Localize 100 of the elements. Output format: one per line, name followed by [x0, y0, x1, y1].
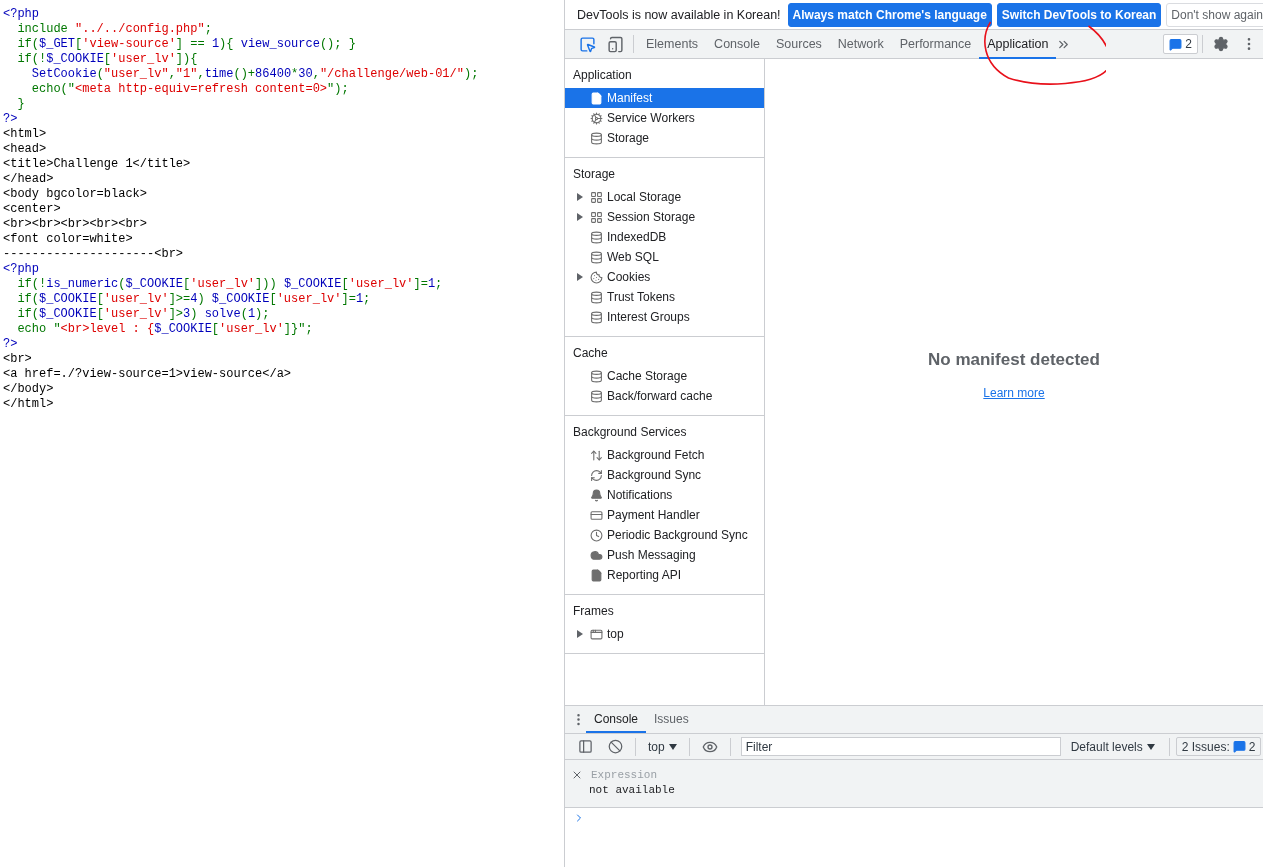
issues-badge[interactable]: 2	[1163, 34, 1198, 54]
sidebar-section-title: Application	[572, 67, 633, 84]
sidebar-item[interactable]: Reporting API	[565, 565, 764, 585]
sidebar-item-label: Local Storage	[607, 190, 682, 204]
infobar-button[interactable]: Always match Chrome's language	[787, 2, 992, 27]
sidebar-item[interactable]: Manifest	[565, 88, 764, 108]
issues-button[interactable]: 2 Issues: 2	[1175, 737, 1262, 756]
cloud-icon	[590, 548, 603, 562]
sidebar-item[interactable]: top	[565, 624, 764, 644]
code-line: <?php	[3, 7, 40, 22]
sidebar-item[interactable]: Service Workers	[565, 108, 764, 128]
code-line: <font color=white>	[3, 232, 134, 247]
card-icon	[590, 508, 603, 522]
sidebar-item-label: IndexedDB	[607, 230, 667, 244]
sidebar-item[interactable]: Interest Groups	[565, 307, 764, 327]
code-line: ---------------------<br>	[3, 247, 185, 262]
sidebar-section-title: Storage	[572, 166, 617, 183]
issues-count: 2	[1248, 739, 1256, 754]
clear-console-icon[interactable]	[607, 739, 623, 754]
code-line: <head>	[3, 142, 48, 157]
sidebar-item-label: Trust Tokens	[607, 290, 676, 304]
code-line: if($_COOKIE['user_lv']>=4) $_COOKIE['user_lv']=1;	[16, 292, 372, 307]
database-icon	[590, 310, 603, 324]
sidebar-item[interactable]: Payment Handler	[565, 505, 764, 525]
expand-arrow-icon[interactable]	[577, 193, 583, 201]
code-line: if($_GET['view-source'] == 1){ view_source(); }	[16, 37, 357, 52]
inspect-icon[interactable]	[578, 35, 596, 53]
sidebar-item[interactable]: Back/forward cache	[565, 386, 764, 406]
sidebar-item-label: Cache Storage	[607, 369, 688, 383]
sidebar-item[interactable]: Cookies	[565, 267, 764, 287]
sidebar-item-label: Interest Groups	[607, 310, 690, 324]
close-icon[interactable]	[571, 769, 583, 781]
sync-icon	[590, 468, 603, 482]
code-line: SetCookie("user_lv","1",time()+86400*30,"/challenge/web-01/");	[30, 67, 480, 82]
sidebar-item[interactable]: Session Storage	[565, 207, 764, 227]
sidebar-item[interactable]: Background Sync	[565, 465, 764, 485]
code-line: <?php	[3, 262, 40, 277]
sidebar-item[interactable]: Periodic Background Sync	[565, 525, 764, 545]
filter-field[interactable]: Filter	[740, 737, 1061, 756]
expand-arrow-icon[interactable]	[577, 630, 583, 638]
database-icon	[590, 230, 603, 244]
database-icon	[590, 131, 603, 145]
cookie-icon	[590, 270, 603, 284]
sidebar-item[interactable]: Cache Storage	[565, 366, 764, 386]
code-line: ?>	[3, 337, 19, 352]
sidebar-item-label: Periodic Background Sync	[607, 528, 748, 542]
code-line: <title>Challenge 1</title>	[3, 157, 192, 172]
device-toolbar-icon[interactable]	[606, 35, 624, 53]
settings-icon[interactable]	[1213, 36, 1229, 52]
expand-arrow-icon[interactable]	[577, 213, 583, 221]
infobar-button[interactable]: Switch DevTools to Korean	[996, 2, 1162, 27]
database-icon	[590, 250, 603, 264]
code-line: }	[16, 97, 26, 112]
sidebar-toggle-icon[interactable]	[577, 739, 593, 754]
panel-tab[interactable]: Application	[979, 31, 1057, 59]
window-icon	[590, 627, 603, 641]
code-line: </head>	[3, 172, 55, 187]
code-line: <a href=./?view-source=1>view-source</a>	[3, 367, 293, 382]
code-line: include "../../config.php";	[16, 22, 213, 37]
panel-tab[interactable]: Performance	[891, 31, 980, 59]
learn-more-link[interactable]: Learn more	[983, 386, 1045, 400]
sidebar-item-label: Cookies	[607, 270, 651, 284]
file-icon	[590, 91, 603, 105]
expand-arrow-icon[interactable]	[577, 273, 583, 281]
empty-state-heading: No manifest detected	[928, 350, 1100, 370]
sidebar-item[interactable]: Background Fetch	[565, 445, 764, 465]
sidebar-item-label: Service Workers	[607, 111, 695, 125]
sidebar-item[interactable]: Push Messaging	[565, 545, 764, 565]
sidebar-item[interactable]: Web SQL	[565, 247, 764, 267]
context-selector[interactable]: top	[642, 739, 683, 754]
code-line: </html>	[3, 397, 55, 412]
sidebar-section-title: Background Services	[572, 424, 688, 441]
panel-tab[interactable]: Sources	[768, 31, 830, 59]
file-icon	[590, 568, 603, 582]
panel-tab[interactable]: Elements	[638, 31, 707, 59]
sidebar-item[interactable]: Storage	[565, 128, 764, 148]
up-down-arrows-icon	[590, 448, 603, 462]
panel-tab[interactable]: Console	[706, 31, 768, 59]
drawer-tab[interactable]: Issues	[646, 707, 697, 733]
sidebar-item[interactable]: IndexedDB	[565, 227, 764, 247]
message-icon	[1232, 740, 1246, 753]
levels-dropdown[interactable]: Default levels	[1062, 739, 1163, 754]
infobar-message: DevTools is now available in Korean!	[577, 7, 781, 22]
code-line: if($_COOKIE['user_lv']>3) solve(1);	[16, 307, 271, 322]
sidebar-item-label: Reporting API	[607, 568, 682, 582]
code-line: <br>	[3, 352, 33, 367]
message-icon	[1169, 37, 1183, 51]
sidebar-item[interactable]: Notifications	[565, 485, 764, 505]
infobar-button[interactable]: Don't show again	[1166, 2, 1263, 27]
caret-icon	[1146, 743, 1155, 750]
panel-tab[interactable]: Network	[829, 31, 892, 59]
grid-icon	[590, 210, 603, 224]
sidebar-item-label: top	[607, 627, 624, 641]
sidebar-item[interactable]: Trust Tokens	[565, 287, 764, 307]
issues-count: 2	[1185, 37, 1192, 51]
sidebar-item-label: Push Messaging	[607, 548, 696, 562]
expression-label: Expression	[591, 769, 657, 781]
code-line: if(!$_COOKIE['user_lv']){	[16, 52, 199, 67]
sidebar-item[interactable]: Local Storage	[565, 187, 764, 207]
clock-icon	[590, 528, 603, 542]
